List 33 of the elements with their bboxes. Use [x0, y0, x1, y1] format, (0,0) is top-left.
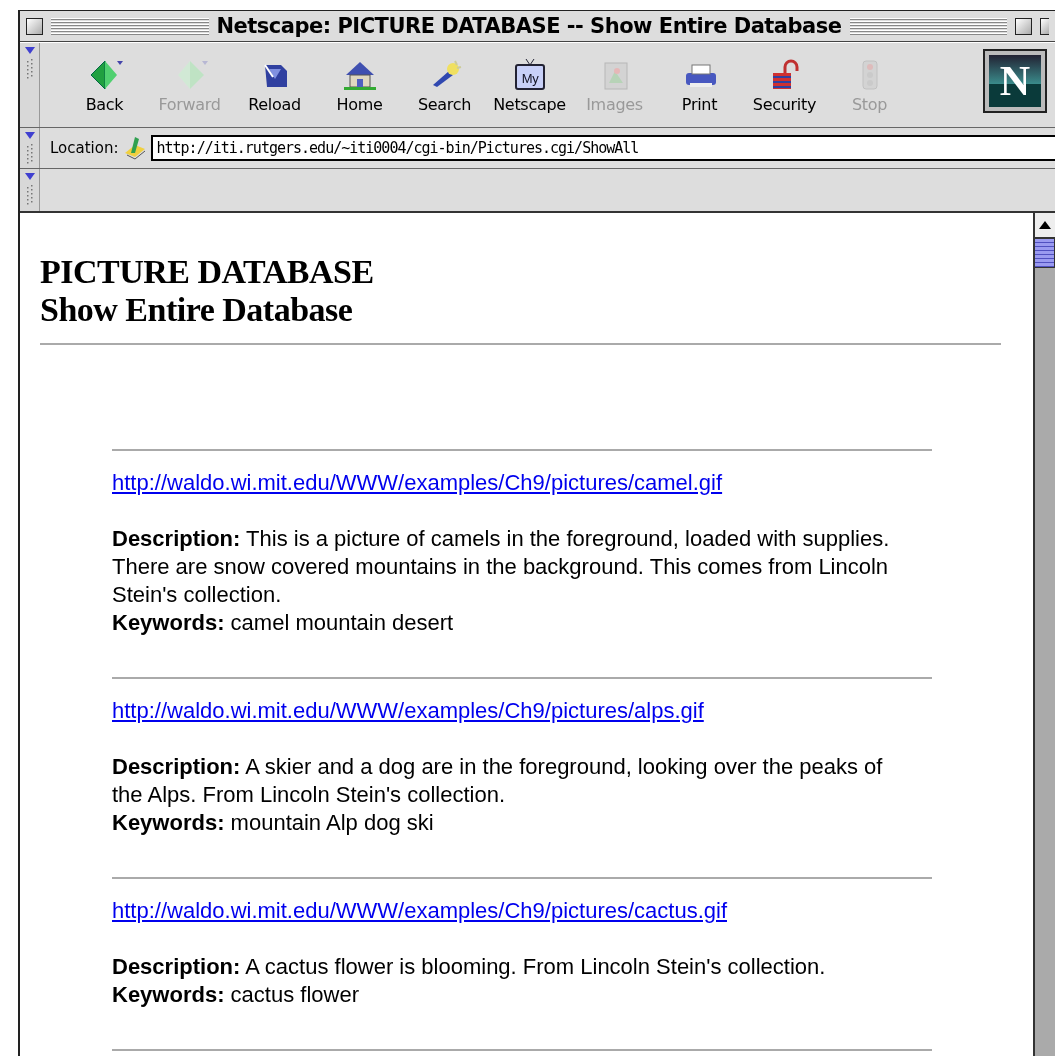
collapse-handle[interactable] — [20, 43, 40, 127]
description-text: Description: This is a picture of camels in the foreground, loaded with supplies. There are snow covered mountains in the background. This comes from Lincoln Stein's collection. — [112, 525, 891, 609]
scroll-up-button[interactable] — [1035, 213, 1055, 238]
collapse-handle[interactable] — [20, 128, 40, 168]
netscape-logo[interactable]: N — [983, 49, 1047, 113]
window-title: Netscape: PICTURE DATABASE -- Show Entire Database — [216, 14, 842, 38]
image-link[interactable]: http://waldo.wi.mit.edu/WWW/examples/Ch9/pictures/camel.gif — [112, 470, 723, 495]
collapse-box[interactable] — [1040, 17, 1049, 35]
keywords-text: Keywords: cactus flower — [112, 981, 360, 1009]
keywords-text: Keywords: mountain Alp dog ski — [112, 809, 435, 837]
location-field[interactable]: http://iti.rutgers.edu/~iti0004/cgi-bin/Pictures.cgi/ShowAll — [150, 135, 1055, 161]
toolbar-button[interactable]: My Netscape — [487, 56, 572, 114]
toolbar-button[interactable]: Reload — [232, 56, 317, 114]
collapse-handle[interactable] — [20, 169, 40, 211]
toolbar-button[interactable]: Back — [62, 56, 147, 114]
location-label: Location: — [50, 139, 119, 157]
close-box[interactable] — [26, 17, 43, 35]
keywords-text: Keywords: camel mountain desert — [112, 609, 455, 637]
description-text: Description: A skier and a dog are in the foreground, looking over the peaks of the Alps. From Lincoln Stein's collection. — [112, 753, 884, 809]
up-arrow-icon — [1039, 221, 1051, 229]
page-subheading: Show Entire Database — [40, 291, 354, 329]
toolbar-button[interactable]: Print — [657, 56, 742, 114]
description-text: Description: A cactus flower is blooming. From Lincoln Stein's collection. — [112, 953, 827, 981]
image-link[interactable]: http://waldo.wi.mit.edu/WWW/examples/Ch9/pictures/cactus.gif — [112, 898, 727, 923]
toolbar-button[interactable]: Home — [317, 56, 402, 114]
toolbar-button[interactable]: Security — [742, 56, 827, 114]
toolbar-button[interactable]: Search — [402, 56, 487, 114]
page-heading: PICTURE DATABASE — [40, 253, 375, 291]
scrollbar[interactable] — [1033, 213, 1055, 1056]
scroll-thumb[interactable] — [1035, 238, 1055, 268]
netscape-icon-label: My — [521, 70, 538, 86]
image-link[interactable]: http://waldo.wi.mit.edu/WWW/examples/Ch9/pictures/alps.gif — [112, 698, 704, 723]
zoom-box[interactable] — [1015, 17, 1032, 35]
